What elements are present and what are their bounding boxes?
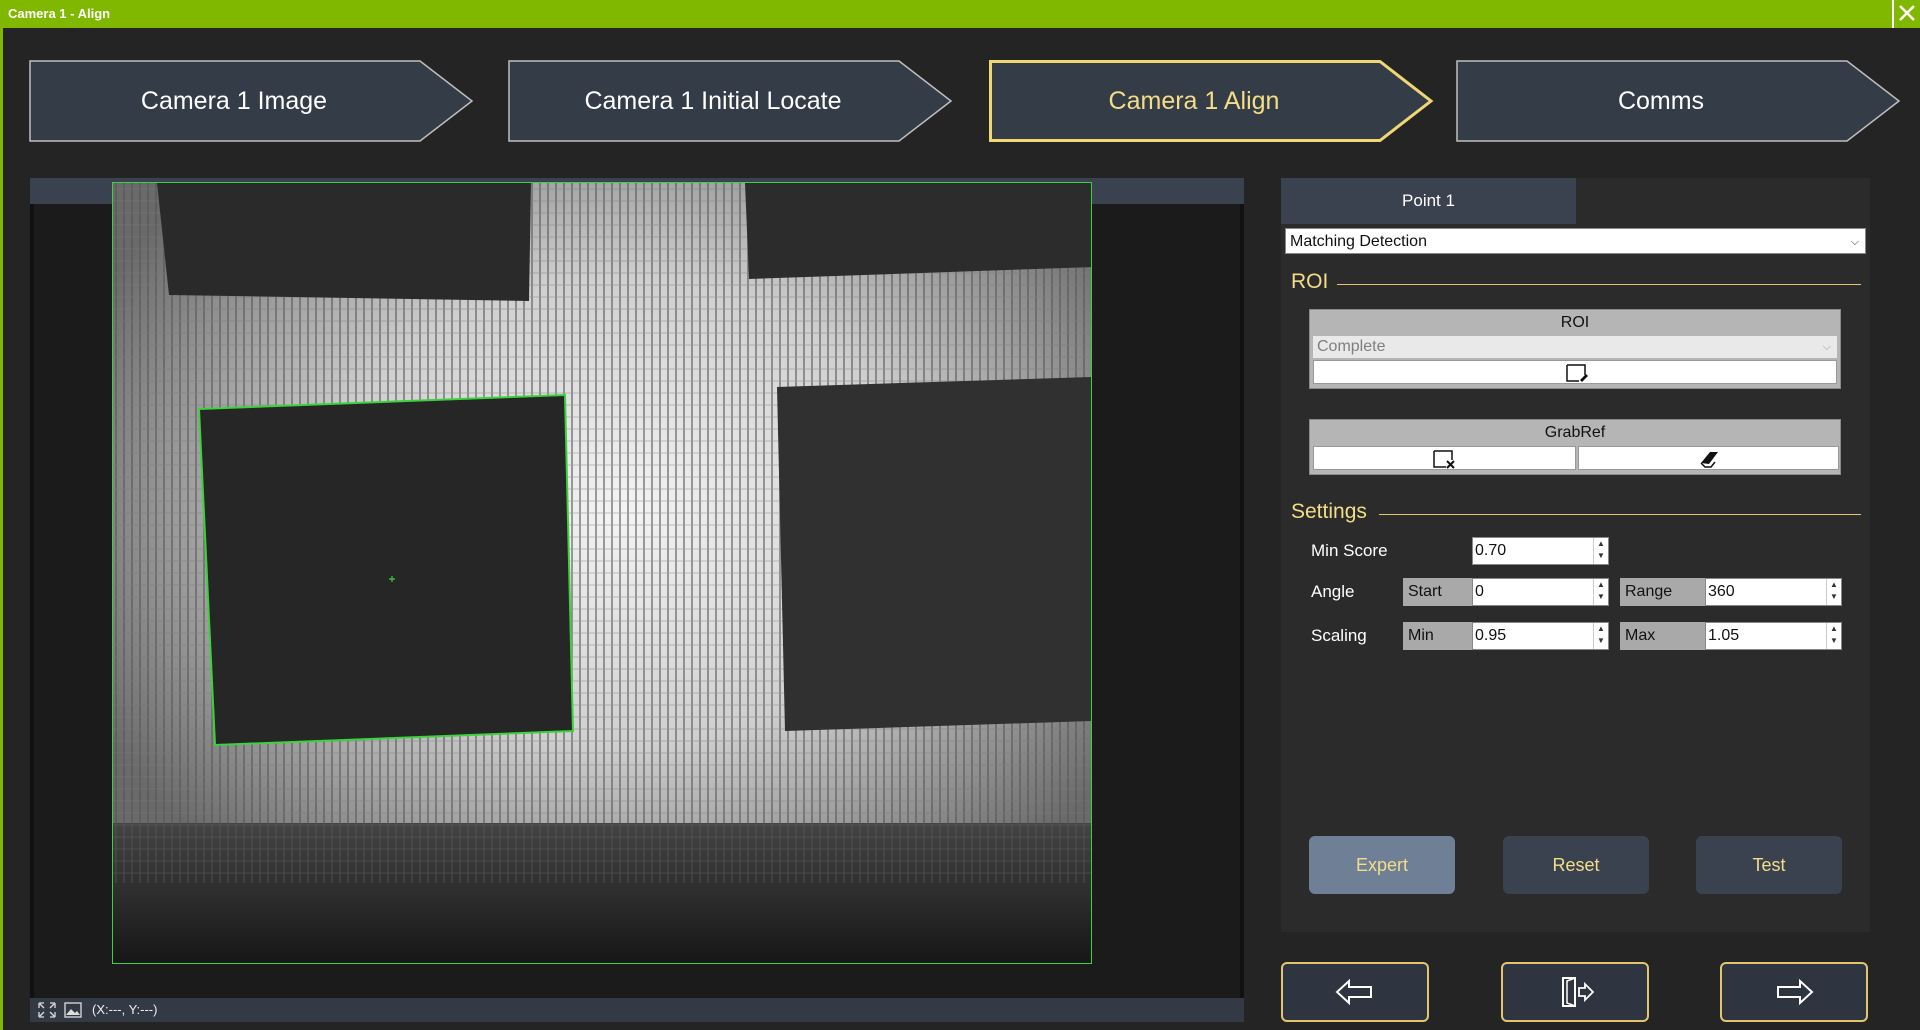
angle-range-input[interactable] <box>1708 583 1815 601</box>
scaling-min-label: Min <box>1403 622 1472 650</box>
scaling-max-label: Max <box>1620 622 1706 650</box>
spinner-arrows[interactable]: ▲ ▼ <box>1593 623 1608 649</box>
grabref-box-title: GrabRef <box>1544 424 1606 441</box>
roi-section-title: ROI <box>1291 270 1329 293</box>
settings-section-title: Settings <box>1291 500 1367 523</box>
close-button[interactable] <box>1892 0 1920 28</box>
spinner-arrows[interactable]: ▲ ▼ <box>1826 623 1841 649</box>
roi-mode-value: Complete <box>1317 338 1386 355</box>
method-select[interactable]: Matching Detection ⌵ <box>1285 228 1866 254</box>
camera-image-svg <box>113 183 1091 963</box>
title-bar: Camera 1 - Align <box>0 0 1920 28</box>
exit-button[interactable] <box>1501 962 1649 1022</box>
scaling-min-spinner[interactable]: ▲▼ <box>1472 622 1609 650</box>
clear-reference-button[interactable] <box>1578 446 1839 470</box>
scaling-max-input[interactable] <box>1708 627 1815 645</box>
min-score-spinner[interactable]: ▲▼ <box>1472 537 1609 565</box>
previous-button[interactable] <box>1281 962 1429 1022</box>
camera-image[interactable] <box>112 182 1092 964</box>
viewer-status-bar: (X:---, Y:---) <box>30 998 1244 1022</box>
next-button[interactable] <box>1720 962 1868 1022</box>
edit-roi-icon <box>1566 364 1588 382</box>
angle-range-spinner[interactable]: ▲▼ <box>1705 578 1842 606</box>
roi-mode-select[interactable]: Complete ⌵ <box>1313 336 1837 358</box>
roi-box-title: ROI <box>1560 314 1590 331</box>
angle-label: Angle <box>1311 582 1355 601</box>
angle-start-input[interactable] <box>1475 583 1582 601</box>
scaling-label: Scaling <box>1311 626 1367 645</box>
step-label: Camera 1 Align <box>1108 87 1280 115</box>
grabref-box: GrabRef <box>1309 419 1841 475</box>
min-score-input[interactable] <box>1475 542 1582 560</box>
step-label: Camera 1 Image <box>140 87 328 115</box>
step-comms[interactable]: Comms <box>1456 60 1901 142</box>
workflow-steps: Camera 1 Image Camera 1 Initial Locate C… <box>0 60 1920 142</box>
angle-start-label: Start <box>1403 578 1472 606</box>
grab-reference-button[interactable] <box>1313 446 1576 470</box>
spinner-arrows[interactable]: ▲ ▼ <box>1826 579 1841 605</box>
method-value: Matching Detection <box>1290 233 1427 250</box>
step-label: Comms <box>1617 87 1705 115</box>
scaling-max-spinner[interactable]: ▲▼ <box>1705 622 1842 650</box>
window-title: Camera 1 - Align <box>8 6 111 21</box>
angle-start-spinner[interactable]: ▲▼ <box>1472 578 1609 606</box>
spinner-arrows[interactable]: ▲ ▼ <box>1593 579 1608 605</box>
spinner-arrows[interactable]: ▲ ▼ <box>1593 538 1608 564</box>
roi-box: ROI Complete ⌵ <box>1309 309 1841 389</box>
window-border <box>0 28 3 1030</box>
close-icon <box>1899 5 1915 21</box>
divider <box>1337 284 1861 285</box>
test-button[interactable]: Test <box>1696 836 1842 894</box>
arrow-right-icon <box>1777 978 1814 1006</box>
reset-button[interactable]: Reset <box>1503 836 1649 894</box>
eraser-icon <box>1700 452 1718 468</box>
edit-roi-button[interactable] <box>1313 360 1837 384</box>
step-camera-image[interactable]: Camera 1 Image <box>29 60 474 142</box>
tab-point-1[interactable]: Point 1 <box>1281 178 1576 224</box>
exit-door-icon <box>1562 976 1595 1008</box>
step-initial-locate[interactable]: Camera 1 Initial Locate <box>508 60 953 142</box>
chevron-down-icon: ⌵ <box>1850 236 1859 248</box>
min-score-label: Min Score <box>1311 541 1388 560</box>
scaling-min-input[interactable] <box>1475 627 1582 645</box>
grab-reference-icon <box>1433 450 1455 469</box>
step-align[interactable]: Camera 1 Align <box>989 60 1434 142</box>
chevron-down-icon: ⌵ <box>1822 341 1831 353</box>
fit-view-icon[interactable] <box>38 1002 56 1018</box>
image-icon[interactable] <box>64 1002 82 1018</box>
cursor-coordinates: (X:---, Y:---) <box>92 1002 158 1017</box>
angle-range-label: Range <box>1620 578 1706 606</box>
expert-button[interactable]: Expert <box>1309 836 1455 894</box>
divider <box>1379 514 1861 515</box>
step-label: Camera 1 Initial Locate <box>584 87 842 115</box>
arrow-left-icon <box>1335 978 1372 1006</box>
settings-panel: Point 1 Matching Detection ⌵ ROI ROI Com… <box>1281 178 1870 932</box>
